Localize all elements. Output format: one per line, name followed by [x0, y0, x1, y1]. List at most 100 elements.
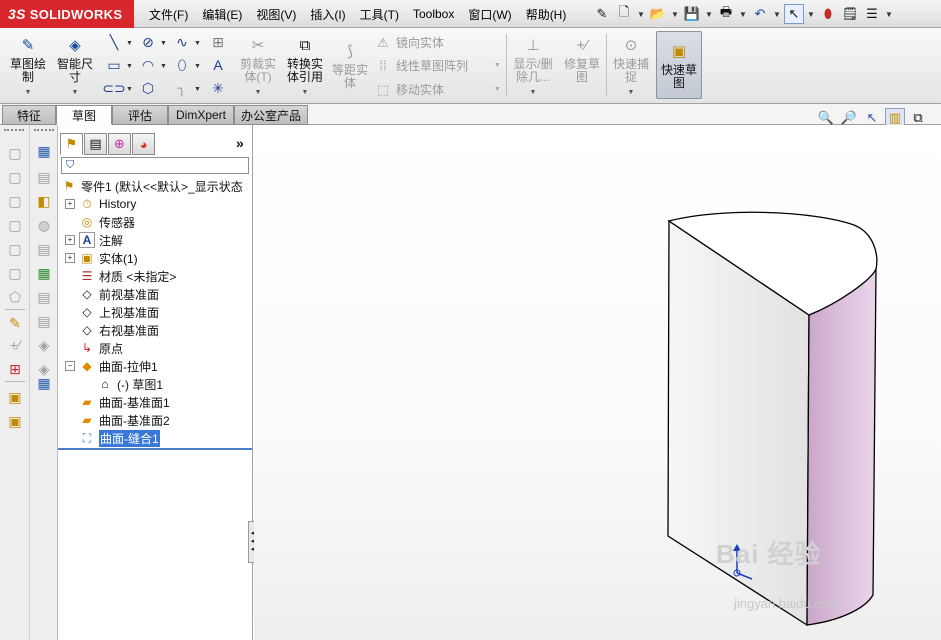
chevron-down-icon[interactable]: ▼ [494, 62, 501, 69]
menu-help[interactable]: 帮助(H) [519, 6, 574, 23]
rapid-sketch-button[interactable]: ▣ 快速草 图 [656, 40, 702, 90]
rectangle-icon[interactable]: ▭ [102, 55, 126, 75]
feature-tree-tab-icon[interactable]: ⚑ [60, 133, 83, 155]
chevron-down-icon[interactable]: ▼ [255, 86, 262, 99]
traffic-light-icon[interactable]: ⬮ [818, 4, 838, 24]
chevron-down-icon[interactable]: ▼ [806, 4, 816, 24]
tree-item-top-plane[interactable]: ◇ 上视基准面 [79, 303, 159, 321]
chevron-down-icon[interactable]: ▼ [160, 40, 168, 47]
tree-item-surface-extrude[interactable]: − ◆ 曲面-拉伸1 [65, 357, 158, 375]
convert-entities-button[interactable]: ⧉ 转换实 体引用 ▼ [283, 34, 327, 99]
open-folder-icon[interactable]: 📂 [648, 4, 668, 24]
chevron-down-icon[interactable]: ▼ [628, 86, 635, 99]
new-document-icon[interactable]: 🗋 [614, 4, 634, 24]
revolve-boss-icon[interactable]: ▢ [5, 167, 25, 187]
tree-item-origin[interactable]: ↳ 原点 [79, 339, 123, 357]
display-delete-relations-button[interactable]: ⊥ 显示/删 除几... ▼ [510, 34, 556, 99]
expand-toggle[interactable]: + [65, 253, 75, 263]
sweep-icon[interactable]: ▢ [5, 191, 25, 211]
display-icon[interactable]: ◍ [34, 215, 54, 235]
tree-item-sketch1[interactable]: ⌂ (-) 草图1 [97, 375, 163, 393]
options-icon[interactable]: 🗒 [840, 4, 860, 24]
mass-properties-icon[interactable]: ▤ [34, 311, 54, 331]
fillet-feature-icon[interactable]: ⬠ [5, 287, 25, 307]
chevron-down-icon[interactable]: ▼ [126, 86, 134, 93]
chevron-down-icon[interactable]: ▼ [884, 4, 894, 24]
tree-item-right-plane[interactable]: ◇ 右视基准面 [79, 321, 159, 339]
tab-features[interactable]: 特征 [2, 105, 56, 125]
table-icon[interactable]: ▦ [34, 141, 54, 161]
loft-icon[interactable]: ▢ [5, 215, 25, 235]
ellipse-icon[interactable]: ⬯ [170, 55, 194, 75]
tree-item-history[interactable]: + ⏱ History [65, 195, 136, 213]
repair-sketch-button[interactable]: +⁄ 修复草 图 [560, 34, 604, 84]
sketch-pencil-icon[interactable]: ✎ [5, 313, 25, 333]
menu-tools[interactable]: 工具(T) [353, 6, 406, 23]
smart-dimension-icon[interactable]: +⁄ [5, 335, 25, 355]
menu-insert[interactable]: 插入(I) [303, 6, 352, 23]
extrude-boss-icon[interactable]: ▢ [5, 143, 25, 163]
mirror-entities-button[interactable]: ⚠ 镜向实体 [374, 34, 444, 51]
tree-item-surface-plane2[interactable]: ▰ 曲面-基准面2 [79, 411, 169, 429]
tab-dimxpert[interactable]: DimXpert [168, 105, 234, 125]
extrude-cut-icon[interactable]: ▢ [5, 239, 25, 259]
chevron-down-icon[interactable]: ▼ [194, 86, 202, 93]
spline-icon[interactable]: ∿ [170, 32, 194, 52]
circle-icon[interactable]: ⊘ [136, 32, 160, 52]
expand-panel-icon[interactable]: » [236, 135, 244, 151]
tab-office-products[interactable]: 办公室产品 [234, 105, 308, 125]
tree-item-surface-knit[interactable]: ⛶ 曲面-缝合1 [79, 429, 160, 447]
trim-entities-button[interactable]: ✂ 剪裁实 体(T) ▼ [238, 34, 278, 99]
sketch-button[interactable]: ✎ 草图绘 制 ▼ [8, 34, 48, 99]
menu-edit[interactable]: 编辑(E) [195, 6, 249, 23]
tree-item-solid-bodies[interactable]: + ▣ 实体(1) [65, 249, 138, 267]
text-icon[interactable]: A [206, 55, 230, 75]
part-icon[interactable]: ▣ [5, 387, 25, 407]
graphics-area[interactable]: Bai 经验 jingyan.baidu.com [254, 125, 941, 640]
chevron-down-icon[interactable]: ▼ [772, 4, 782, 24]
tree-root-part[interactable]: ⚑ 零件1 (默认<<默认>_显示状态 [61, 177, 243, 195]
solidworks-logo[interactable]: 3S SOLIDWORKS [0, 0, 134, 28]
linear-pattern-button[interactable]: ⁞⁞ 线性草图阵列 ▼ [374, 57, 501, 74]
view-icon[interactable]: ▤ [34, 167, 54, 187]
undo-icon[interactable]: ↶ [750, 4, 770, 24]
menu-file[interactable]: 文件(F) [142, 6, 195, 23]
chevron-down-icon[interactable]: ▼ [160, 63, 168, 70]
assembly-icon[interactable]: ▣ [5, 411, 25, 431]
chevron-down-icon[interactable]: ▼ [530, 86, 537, 99]
quick-snaps-button[interactable]: ⊙ 快速捕 捉 ▼ [609, 34, 653, 99]
tree-item-annotations[interactable]: + A 注解 [65, 231, 123, 249]
chevron-down-icon[interactable]: ▼ [670, 4, 680, 24]
chevron-down-icon[interactable]: ▼ [636, 4, 646, 24]
chevron-down-icon[interactable]: ▼ [494, 86, 501, 93]
measure-icon[interactable]: ▤ [34, 287, 54, 307]
chevron-down-icon[interactable]: ▼ [302, 86, 309, 99]
collapse-toggle[interactable]: − [65, 361, 75, 371]
display-manager-tab-icon[interactable]: ◕ [132, 133, 155, 155]
tab-sketch[interactable]: 草图 [56, 105, 112, 125]
arc-icon[interactable]: ◠ [136, 55, 160, 75]
pin-icon[interactable]: ✎ [592, 4, 612, 24]
save-icon[interactable]: 💾 [682, 4, 702, 24]
relations-icon[interactable]: ⊞ [5, 359, 25, 379]
point-icon[interactable]: ✳ [206, 78, 230, 98]
chevron-down-icon[interactable]: ▼ [194, 63, 202, 70]
fillet-icon[interactable]: ╮ [170, 78, 194, 98]
chevron-down-icon[interactable]: ▼ [704, 4, 714, 24]
expand-toggle[interactable]: + [65, 199, 75, 209]
feature-tree-filter[interactable]: ⛉ [61, 157, 249, 174]
tab-evaluate[interactable]: 评估 [112, 105, 168, 125]
menu-view[interactable]: 视图(V) [249, 6, 303, 23]
bom-table-icon[interactable]: ▦ [34, 373, 54, 393]
slot-icon[interactable]: ⊂⊃ [102, 78, 126, 98]
property-manager-tab-icon[interactable]: ▤ [84, 133, 107, 155]
tree-item-front-plane[interactable]: ◇ 前视基准面 [79, 285, 159, 303]
expand-toggle[interactable]: + [65, 235, 75, 245]
polygon-icon[interactable]: ⬡ [136, 78, 160, 98]
configuration-manager-tab-icon[interactable]: ⊕ [108, 133, 131, 155]
rollback-bar[interactable] [58, 448, 252, 450]
chevron-down-icon[interactable]: ▼ [25, 86, 32, 99]
tree-item-surface-plane1[interactable]: ▰ 曲面-基准面1 [79, 393, 169, 411]
revolve-cut-icon[interactable]: ▢ [5, 263, 25, 283]
offset-entities-button[interactable]: ⟆ 等距实 体 [330, 40, 370, 90]
